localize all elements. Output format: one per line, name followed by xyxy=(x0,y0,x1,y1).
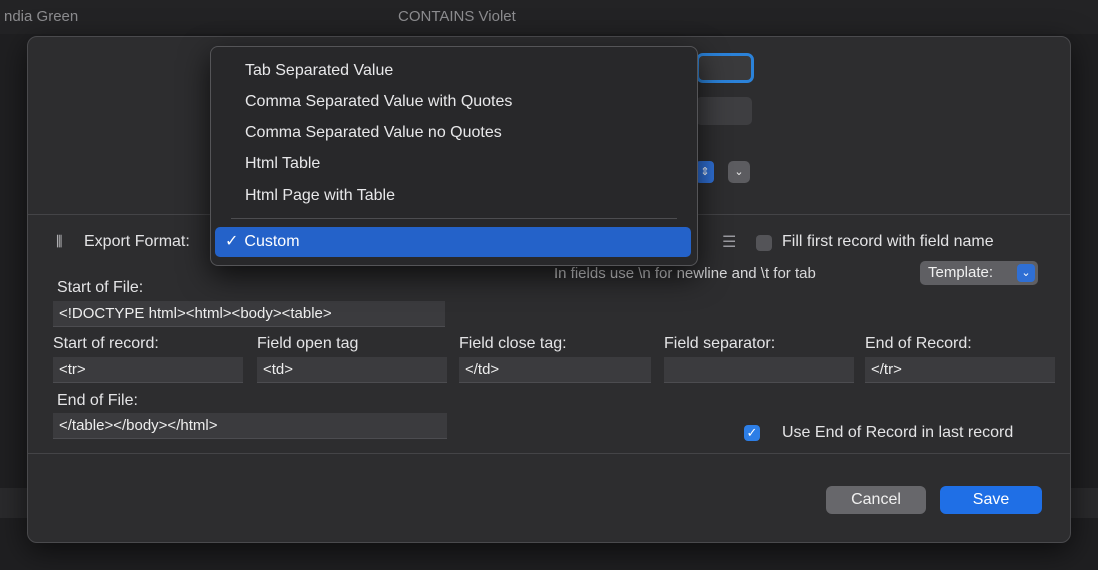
field-close-tag-label: Field close tag: xyxy=(459,335,567,352)
background-row: ndia Green CONTAINS Violet xyxy=(0,0,1098,34)
menu-item-custom[interactable]: ✓ Custom xyxy=(215,227,691,257)
menu-item-html-table[interactable]: Html Table xyxy=(245,155,320,173)
start-of-record-input[interactable]: <tr> xyxy=(53,357,243,383)
menu-item-csv-quotes[interactable]: Comma Separated Value with Quotes xyxy=(245,93,512,111)
start-of-record-label: Start of record: xyxy=(53,335,159,352)
menu-item-custom-label: Custom xyxy=(244,233,300,250)
columns-icon: ⫼ xyxy=(56,233,63,249)
field-open-tag-input[interactable]: <td> xyxy=(257,357,447,383)
chevron-down-icon: ⌄ xyxy=(1017,264,1035,282)
end-of-record-label: End of Record: xyxy=(865,335,972,352)
end-of-file-label: End of File: xyxy=(57,392,138,409)
text-field[interactable] xyxy=(696,97,752,125)
field-open-tag-label: Field open tag xyxy=(257,335,359,352)
checkmark-icon: ✓ xyxy=(746,425,758,440)
field-separator-input[interactable] xyxy=(664,357,854,383)
use-end-record-checkbox[interactable]: ✓ xyxy=(744,425,760,441)
divider-bottom xyxy=(28,453,1070,454)
fill-first-label: Fill first record with field name xyxy=(782,233,994,250)
template-label: Template: xyxy=(928,264,994,281)
end-of-file-input[interactable]: </table></body></html> xyxy=(53,413,447,439)
menu-item-csv-no-quotes[interactable]: Comma Separated Value no Quotes xyxy=(245,124,502,142)
fields-note: In fields use \n for newline and \t for … xyxy=(554,265,816,282)
cancel-button[interactable]: Cancel xyxy=(826,486,926,514)
use-end-record-label: Use End of Record in last record xyxy=(782,424,1014,441)
fill-first-checkbox[interactable] xyxy=(756,235,772,251)
start-of-file-label: Start of File: xyxy=(57,279,144,296)
end-of-record-input[interactable]: </tr> xyxy=(865,357,1055,383)
menu-item-html-page[interactable]: Html Page with Table xyxy=(245,187,395,205)
menu-item-tsv[interactable]: Tab Separated Value xyxy=(245,62,393,80)
chevron-down-icon[interactable]: ⌄ xyxy=(728,161,750,183)
checkmark-icon: ✓ xyxy=(225,233,239,250)
field-separator-label: Field separator: xyxy=(664,335,776,352)
list-icon[interactable]: ☰ xyxy=(722,232,736,252)
field-close-tag-input[interactable]: </td> xyxy=(459,357,651,383)
focused-field[interactable] xyxy=(696,53,754,83)
export-format-label: Export Format: xyxy=(84,233,190,250)
template-button[interactable]: Template: ⌄ xyxy=(920,261,1038,285)
background-text-left: ndia Green xyxy=(4,8,79,25)
stepper-icon[interactable]: ⇕ xyxy=(696,161,714,183)
start-of-file-input[interactable]: <!DOCTYPE html><html><body><table> xyxy=(53,301,445,327)
background-text-mid: CONTAINS Violet xyxy=(398,8,516,25)
menu-separator xyxy=(231,218,677,219)
save-button[interactable]: Save xyxy=(940,486,1042,514)
export-format-menu: Tab Separated Value Comma Separated Valu… xyxy=(210,46,698,266)
